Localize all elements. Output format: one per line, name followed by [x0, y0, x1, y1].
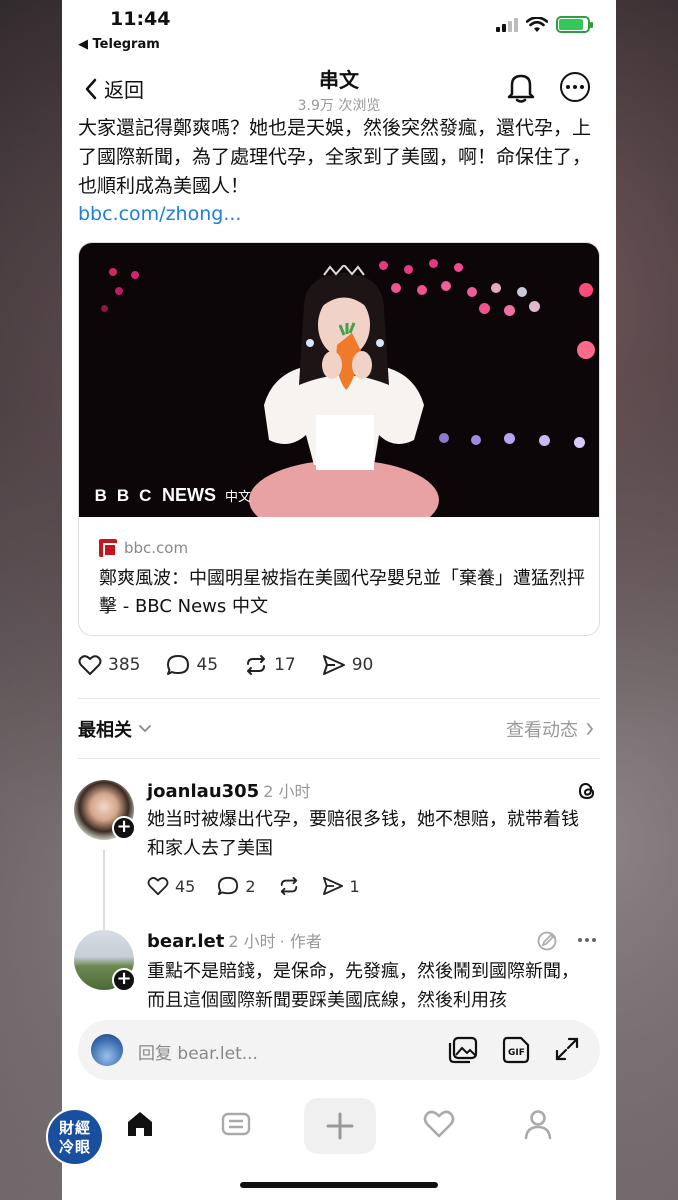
more-options-button[interactable] — [560, 72, 590, 102]
status-bar: 11:44 ◀ Telegram — [62, 0, 616, 58]
sort-dropdown[interactable]: 最相关 — [78, 716, 152, 742]
header: 串文 3.9万 次浏览 返回 — [62, 62, 616, 118]
home-icon[interactable] — [124, 1108, 156, 1140]
image-icon[interactable] — [448, 1036, 478, 1064]
username-text: joanlau305 — [147, 781, 260, 802]
profile-icon[interactable] — [522, 1108, 554, 1140]
follow-plus-button[interactable]: + — [112, 816, 136, 840]
channel-watermark-logo: 財經 冷眼 — [46, 1108, 104, 1166]
comment-count: 45 — [196, 655, 219, 675]
svg-text:GIF: GIF — [508, 1048, 525, 1058]
activity-heart-icon[interactable] — [422, 1108, 456, 1140]
comment-more-button[interactable] — [578, 938, 596, 942]
card-image: BBC NEWS 中文 — [79, 243, 599, 517]
phone-screen: 11:44 ◀ Telegram 串文 3.9万 次浏览 返回 大家還記得鄭爽嗎… — [62, 0, 616, 1200]
search-icon[interactable] — [220, 1108, 252, 1140]
reply-placeholder[interactable]: 回复 bear.let... — [138, 1039, 258, 1064]
repost-button[interactable]: 17 — [244, 654, 296, 676]
bbc-language-text: 中文 — [225, 490, 252, 505]
comment-username[interactable]: bear.let 2 小时 · 作者 — [147, 928, 322, 952]
comment-repost-button[interactable] — [278, 876, 300, 896]
repost-count: 17 — [274, 655, 296, 675]
comment-like-count: 45 — [175, 876, 196, 896]
plus-icon — [326, 1112, 354, 1140]
create-post-button[interactable] — [304, 1098, 376, 1154]
send-icon — [322, 655, 345, 675]
comment-button[interactable]: 45 — [166, 654, 218, 676]
watermark-line-1: 財經 — [58, 1119, 91, 1137]
home-indicator — [240, 1182, 438, 1188]
chevron-left-icon — [85, 78, 97, 99]
like-button[interactable]: 385 — [78, 654, 140, 676]
heart-icon — [147, 877, 169, 896]
divider — [78, 698, 600, 699]
status-icons — [496, 16, 593, 33]
comment-reply-button[interactable]: 2 — [217, 876, 256, 896]
share-button[interactable]: 90 — [322, 654, 374, 676]
battery-icon — [556, 16, 593, 33]
comment-reply-count: 2 — [245, 876, 256, 896]
card-title: 鄭爽風波：中國明星被指在美國代孕嬰兒並「棄養」遭猛烈抨擊 - BBC News … — [99, 568, 585, 617]
bbc-news-logo: BBC NEWS 中文 — [91, 485, 251, 506]
post-actions: 385 45 17 90 — [78, 654, 399, 676]
reply-input-bar[interactable]: 回复 bear.let... GIF — [78, 1020, 600, 1080]
watermark-line-2: 冷眼 — [58, 1138, 91, 1156]
card-domain: bbc.com — [124, 539, 189, 557]
gif-icon[interactable]: GIF — [502, 1036, 530, 1064]
username-text: bear.let — [147, 931, 225, 952]
chevron-down-icon — [139, 725, 151, 733]
chevron-right-icon — [587, 723, 594, 735]
status-time: 11:44 — [110, 8, 171, 30]
card-source: bbc.com — [99, 539, 188, 557]
sort-row: 最相关 查看动态 — [78, 716, 600, 742]
comment-username[interactable]: joanlau305 2 小时 — [147, 778, 310, 802]
comment-actions: 45 2 1 — [147, 876, 382, 896]
link-preview-card[interactable]: BBC NEWS 中文 bbc.com 鄭爽風波：中國明星被指在美國代孕嬰兒並「… — [78, 242, 600, 636]
divider — [78, 758, 600, 759]
bbc-favicon-icon — [99, 539, 117, 557]
post-link[interactable]: bbc.com/zhong... — [78, 203, 241, 225]
view-activity-label: 查看动态 — [506, 720, 578, 741]
comment-time: 2 小时 — [228, 932, 276, 951]
follow-plus-button[interactable]: + — [112, 968, 136, 992]
comment-text: 重點不是賠錢，是保命，先發瘋，然後鬧到國際新聞，而且這個國際新聞要踩美國底線，然… — [147, 961, 579, 1011]
comment-icon — [167, 655, 190, 675]
sort-label: 最相关 — [78, 720, 132, 741]
repost-icon — [280, 876, 297, 896]
comment-share-count: 1 — [349, 876, 360, 896]
bbc-logo-box: BBC — [94, 485, 162, 505]
performer-figure — [249, 265, 439, 517]
comment-like-button[interactable]: 45 — [147, 876, 195, 896]
threads-icon[interactable] — [576, 780, 598, 802]
bottom-navigation — [62, 1090, 616, 1170]
edit-icon[interactable] — [536, 930, 558, 952]
wifi-icon — [526, 16, 548, 32]
author-tag: · 作者 — [279, 932, 322, 951]
heart-icon — [78, 655, 102, 675]
back-to-telegram-link[interactable]: ◀ Telegram — [78, 37, 160, 52]
view-activity-link[interactable]: 查看动态 — [506, 716, 594, 742]
comment-item: + bear.let 2 小时 · 作者 重點不是賠錢，是保命，先發瘋，然後鬧到國際… — [62, 928, 616, 1023]
reply-tools: GIF — [448, 1036, 580, 1064]
current-user-avatar — [91, 1034, 123, 1066]
repost-icon — [247, 655, 266, 675]
comment-share-button[interactable]: 1 — [322, 876, 360, 896]
bbc-news-text: NEWS — [162, 485, 216, 505]
comment-icon — [218, 876, 239, 896]
back-label: 返回 — [104, 78, 144, 102]
expand-icon[interactable] — [554, 1036, 580, 1062]
back-button[interactable]: 返回 — [84, 74, 144, 103]
comment-item: + joanlau305 2 小时 她当时被爆出代孕，要赔很多钱，她不想赔，就带着… — [62, 778, 616, 980]
comment-text: 她当时被爆出代孕，要赔很多钱，她不想赔，就带着钱和家人去了美国 — [147, 809, 579, 859]
send-icon — [322, 876, 343, 896]
comment-time: 2 小时 — [263, 782, 311, 801]
bell-icon[interactable] — [506, 72, 536, 104]
like-count: 385 — [108, 655, 141, 675]
share-count: 90 — [351, 655, 374, 675]
post-text: 大家還記得鄭爽嗎？她也是天娛，然後突然發瘋，還代孕，上了國際新聞，為了處理代孕，… — [78, 117, 592, 197]
cellular-signal-icon — [496, 17, 518, 32]
